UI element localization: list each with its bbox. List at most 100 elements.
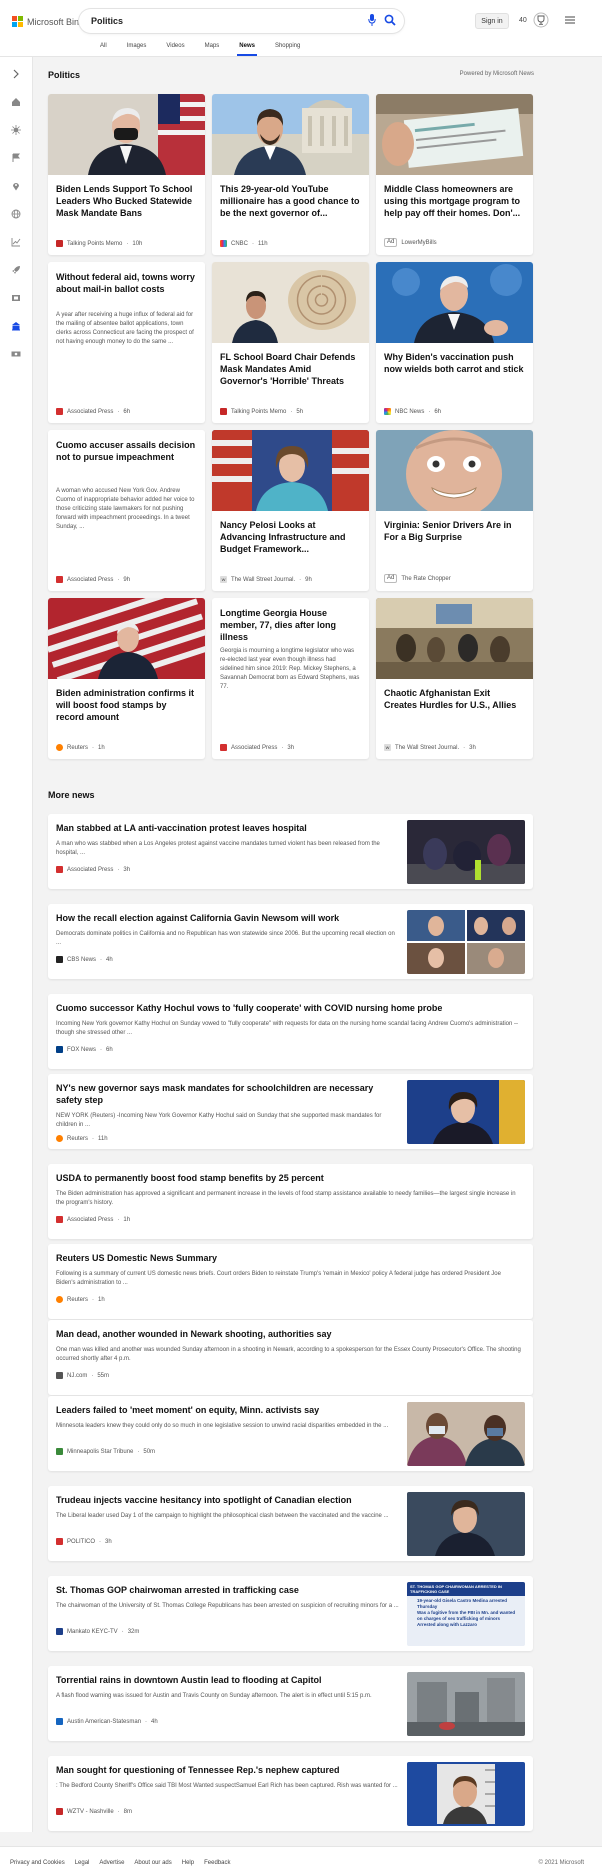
more-news-item[interactable]: USDA to permanently boost food stamp ben…	[48, 1164, 533, 1239]
article-source[interactable]: WZTV - Nashville · 8m	[56, 1808, 132, 1815]
article-source[interactable]: Talking Points Memo · 5h	[220, 408, 303, 415]
ad-source[interactable]: Ad The Rate Chopper	[384, 574, 451, 583]
tab-maps[interactable]: Maps	[195, 42, 230, 56]
article-title[interactable]: Trudeau injects vaccine hesitancy into s…	[56, 1494, 352, 1506]
more-news-item[interactable]: Man dead, another wounded in Newark shoo…	[48, 1320, 533, 1395]
article-source[interactable]: CBS News · 4h	[56, 956, 113, 963]
flag-icon[interactable]	[11, 153, 21, 163]
rewards-count[interactable]: 40	[519, 17, 527, 24]
tab-shopping[interactable]: Shopping	[265, 42, 310, 56]
article-title[interactable]: Why Biden's vaccination push now wields …	[384, 351, 525, 375]
article-title[interactable]: Leaders failed to 'meet moment' on equit…	[56, 1404, 319, 1416]
ad-source[interactable]: Ad LowerMyBills	[384, 238, 437, 247]
article-title[interactable]: Torrential rains in downtown Austin lead…	[56, 1674, 322, 1686]
powered-by-label[interactable]: Powered by Microsoft News	[420, 71, 534, 77]
article-source[interactable]: Reuters · 1h	[56, 1296, 105, 1303]
article-source[interactable]: FOX News · 6h	[56, 1046, 113, 1053]
ad-title[interactable]: Middle Class homeowners are using this m…	[384, 183, 525, 219]
news-card[interactable]: Nancy Pelosi Looks at Advancing Infrastr…	[212, 430, 369, 591]
bing-logo[interactable]: Microsoft Bing	[12, 16, 84, 27]
article-title[interactable]: How the recall election against Californ…	[56, 912, 339, 924]
news-card[interactable]: Biden administration confirms it will bo…	[48, 598, 205, 759]
ad-title[interactable]: Virginia: Senior Drivers Are in For a Bi…	[384, 519, 525, 543]
feedback-link[interactable]: Feedback	[204, 1860, 230, 1866]
article-source[interactable]: Associated Press · 1h	[56, 1216, 130, 1223]
tab-images[interactable]: Images	[117, 42, 157, 56]
article-title[interactable]: Longtime Georgia House member, 77, dies …	[220, 607, 361, 643]
more-news-item[interactable]: Leaders failed to 'meet moment' on equit…	[48, 1396, 533, 1471]
article-source[interactable]: NBC News · 6h	[384, 408, 441, 415]
globe-icon[interactable]	[11, 209, 21, 219]
search-icon[interactable]	[384, 14, 396, 26]
article-title[interactable]: Biden Lends Support To School Leaders Wh…	[56, 183, 197, 219]
article-source[interactable]: CNBC · 11h	[220, 240, 268, 247]
tab-all[interactable]: All	[90, 42, 117, 56]
news-card[interactable]: This 29-year-old YouTube millionaire has…	[212, 94, 369, 255]
article-title[interactable]: Man sought for questioning of Tennessee …	[56, 1764, 340, 1776]
more-news-item[interactable]: How the recall election against Californ…	[48, 904, 533, 979]
covid-icon[interactable]	[11, 125, 21, 135]
more-news-item[interactable]: Torrential rains in downtown Austin lead…	[48, 1666, 533, 1741]
article-title[interactable]: Chaotic Afghanistan Exit Creates Hurdles…	[384, 687, 525, 711]
article-source[interactable]: Minneapolis Star Tribune · 50m	[56, 1448, 155, 1455]
article-title[interactable]: Reuters US Domestic News Summary	[56, 1252, 217, 1264]
tab-news[interactable]: News	[229, 42, 265, 56]
expand-sidebar-icon[interactable]	[11, 69, 21, 79]
more-news-item[interactable]: Reuters US Domestic News Summary Followi…	[48, 1244, 533, 1319]
advertise-link[interactable]: Advertise	[99, 1860, 124, 1866]
article-title[interactable]: Cuomo successor Kathy Hochul vows to 'fu…	[56, 1002, 442, 1014]
location-pin-icon[interactable]	[11, 181, 21, 191]
article-title[interactable]: FL School Board Chair Defends Mask Manda…	[220, 351, 361, 387]
article-source[interactable]: NJ.com · 55m	[56, 1372, 109, 1379]
politics-building-icon[interactable]	[11, 321, 21, 331]
article-source[interactable]: W The Wall Street Journal. · 3h	[384, 744, 476, 751]
article-title[interactable]: Man stabbed at LA anti-vaccination prote…	[56, 822, 307, 834]
article-source[interactable]: Associated Press · 3h	[220, 744, 294, 751]
more-news-item[interactable]: Man stabbed at LA anti-vaccination prote…	[48, 814, 533, 889]
article-title[interactable]: This 29-year-old YouTube millionaire has…	[220, 183, 361, 219]
hamburger-menu-icon[interactable]	[565, 15, 575, 25]
ad-card[interactable]: Middle Class homeowners are using this m…	[376, 94, 533, 255]
news-card[interactable]: Chaotic Afghanistan Exit Creates Hurdles…	[376, 598, 533, 759]
article-source[interactable]: Austin American-Statesman · 4h	[56, 1718, 158, 1725]
more-news-item[interactable]: Trudeau injects vaccine hesitancy into s…	[48, 1486, 533, 1561]
home-icon[interactable]	[11, 97, 21, 107]
article-source[interactable]: POLITICO · 3h	[56, 1538, 112, 1545]
article-title[interactable]: Man dead, another wounded in Newark shoo…	[56, 1328, 332, 1340]
legal-link[interactable]: Legal	[75, 1860, 90, 1866]
chart-icon[interactable]	[11, 237, 21, 247]
search-input[interactable]	[91, 13, 341, 29]
article-title[interactable]: Biden administration confirms it will bo…	[56, 687, 197, 723]
help-link[interactable]: Help	[182, 1860, 194, 1866]
rocket-icon[interactable]	[11, 265, 21, 275]
ad-card[interactable]: Virginia: Senior Drivers Are in For a Bi…	[376, 430, 533, 591]
article-source[interactable]: Reuters · 1h	[56, 744, 105, 751]
article-title[interactable]: USDA to permanently boost food stamp ben…	[56, 1172, 324, 1184]
article-source[interactable]: Mankato KEYC-TV · 32m	[56, 1628, 139, 1635]
article-source[interactable]: Reuters · 11h	[56, 1135, 108, 1142]
sign-in-button[interactable]: Sign in	[475, 13, 509, 29]
more-news-item[interactable]: NY's new governor says mask mandates for…	[48, 1074, 533, 1149]
article-title[interactable]: Without federal aid, towns worry about m…	[56, 271, 197, 295]
search-box[interactable]	[79, 9, 404, 33]
article-source[interactable]: W The Wall Street Journal. · 9h	[220, 576, 312, 583]
more-news-item[interactable]: Man sought for questioning of Tennessee …	[48, 1756, 533, 1831]
news-card[interactable]: Cuomo accuser assails decision not to pu…	[48, 430, 205, 591]
article-title[interactable]: St. Thomas GOP chairwoman arrested in tr…	[56, 1584, 299, 1596]
news-card[interactable]: Longtime Georgia House member, 77, dies …	[212, 598, 369, 759]
more-news-item[interactable]: Cuomo successor Kathy Hochul vows to 'fu…	[48, 994, 533, 1069]
news-card[interactable]: Biden Lends Support To School Leaders Wh…	[48, 94, 205, 255]
article-source[interactable]: Talking Points Memo · 10h	[56, 240, 142, 247]
rewards-trophy-icon[interactable]	[533, 12, 549, 28]
article-title[interactable]: Nancy Pelosi Looks at Advancing Infrastr…	[220, 519, 361, 555]
microphone-icon[interactable]	[368, 14, 376, 26]
film-icon[interactable]	[11, 293, 21, 303]
more-news-item[interactable]: St. Thomas GOP chairwoman arrested in tr…	[48, 1576, 533, 1651]
article-source[interactable]: Associated Press · 6h	[56, 408, 130, 415]
article-title[interactable]: NY's new governor says mask mandates for…	[56, 1082, 396, 1106]
privacy-link[interactable]: Privacy and Cookies	[10, 1860, 65, 1866]
article-source[interactable]: Associated Press · 3h	[56, 866, 130, 873]
money-icon[interactable]	[11, 349, 21, 359]
about-ads-link[interactable]: About our ads	[134, 1860, 171, 1866]
article-source[interactable]: Associated Press · 9h	[56, 576, 130, 583]
